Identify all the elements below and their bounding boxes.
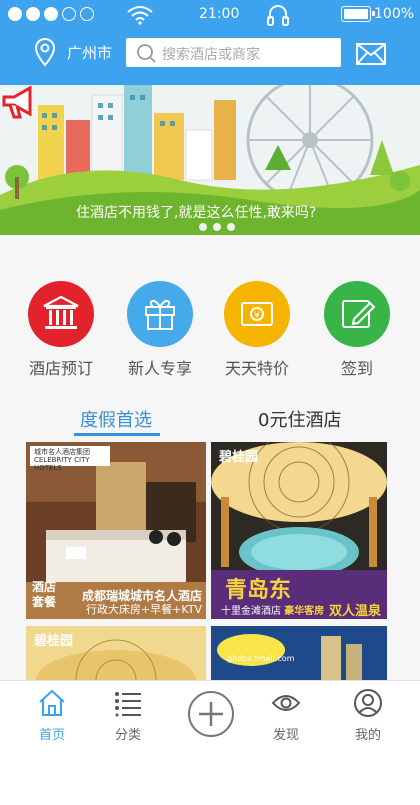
quick-label: 酒店预订	[28, 359, 93, 378]
quick-item-hotel-booking[interactable]: 酒店预订	[11, 281, 111, 379]
coupon-icon: ¥	[241, 302, 273, 326]
nav-profile[interactable]: 我的	[338, 689, 398, 743]
brand-label: 碧桂园	[34, 634, 74, 649]
deal-card-country-garden[interactable]: 碧桂园	[26, 626, 206, 680]
deal-card-chengdu[interactable]: 城市名人酒店集团 CELEBRITY CITY HOTELS 酒店套餐 成都瑞城…	[26, 442, 206, 619]
quick-menu: 酒店预订 新人专享 ¥ 天天特价 签到	[0, 235, 420, 380]
deal-tag: 酒店套餐	[32, 580, 57, 609]
deal-headline: 青岛东	[225, 577, 292, 603]
clock: 21:00	[199, 6, 240, 22]
city-selector[interactable]: 广州市	[67, 42, 112, 63]
mail-icon[interactable]	[356, 43, 386, 65]
quick-item-newcomer[interactable]: 新人专享	[110, 281, 210, 379]
signal-dot	[8, 7, 22, 21]
quick-circle	[127, 281, 193, 347]
battery-level	[344, 9, 368, 19]
bottom-nav: 首页 分类 发现 我的	[0, 680, 420, 745]
tab-vacation[interactable]: 度假首选	[80, 406, 152, 432]
list-icon	[115, 692, 141, 717]
quick-circle: ¥	[224, 281, 290, 347]
nav-label: 分类	[114, 728, 141, 743]
tab-free-hotel[interactable]: 0元住酒店	[258, 406, 341, 432]
deal-subtitle-left: 十里金滩酒店	[221, 606, 281, 617]
app-header: 21:00 100% 广州市 搜索酒店或商家	[0, 0, 420, 85]
megaphone-icon	[2, 85, 32, 119]
search-placeholder: 搜索酒店或商家	[162, 47, 260, 63]
deal-caption: 成都瑞城城市名人酒店 行政大床房+早餐+KTV	[81, 589, 202, 617]
signal-dot	[62, 7, 76, 21]
banner-caption: 住酒店不用钱了,就是这么任性,敢来吗?	[76, 205, 317, 221]
nav-label: 我的	[354, 728, 381, 743]
quick-circle	[28, 281, 94, 347]
nav-label: 首页	[38, 728, 65, 743]
gift-icon	[145, 300, 175, 330]
deal-highlight: 双人温泉	[328, 604, 381, 619]
quick-label: 天天特价	[224, 359, 289, 378]
user-icon	[354, 689, 382, 717]
location-pin-icon[interactable]	[34, 37, 56, 67]
pager-dot[interactable]	[199, 223, 207, 231]
nav-discover[interactable]: 发现	[256, 689, 316, 743]
deal-logo-url: ghdpx.tmall.com	[227, 654, 295, 663]
search-input[interactable]: 搜索酒店或商家	[126, 38, 341, 67]
logo-text-cn: 城市名人酒店集团	[34, 448, 90, 456]
headphones-icon	[267, 5, 289, 26]
category-tabs: 度假首选 0元住酒店	[0, 380, 420, 440]
promo-banner[interactable]: 住酒店不用钱了,就是这么任性,敢来吗?	[0, 85, 420, 235]
search-icon	[137, 44, 156, 63]
add-icon	[199, 702, 223, 726]
battery-percent: 100%	[374, 6, 415, 22]
bank-icon	[43, 295, 79, 329]
signal-dot	[44, 7, 58, 21]
logo-text-en: CELEBRITY CITY HOTELS	[34, 456, 90, 472]
brand-label: 碧桂园	[219, 450, 259, 465]
quick-circle	[324, 281, 390, 347]
pager-dot[interactable]	[227, 223, 235, 231]
hotel-exterior-photo	[211, 626, 387, 680]
nav-label: 发现	[272, 728, 299, 743]
nav-category[interactable]: 分类	[98, 689, 158, 743]
signal-dot	[26, 7, 40, 21]
status-bar: 21:00 100%	[0, 0, 420, 30]
home-icon	[39, 689, 65, 716]
deal-title: 成都瑞城城市名人酒店	[81, 589, 202, 603]
eye-icon	[271, 695, 301, 711]
deal-subtitle: 十里金滩酒店 豪华客房	[221, 602, 324, 617]
banner-pager	[199, 223, 235, 231]
quick-label: 签到	[340, 359, 373, 378]
nav-home[interactable]: 首页	[22, 689, 82, 743]
deal-subtitle: 行政大床房+早餐+KTV	[85, 603, 202, 616]
deal-card-qingdao[interactable]: 碧桂园 青岛东 十里金滩酒店 豪华客房 双人温泉	[211, 442, 387, 619]
pager-dot[interactable]	[213, 223, 221, 231]
hotel-group-logo: 城市名人酒店集团 CELEBRITY CITY HOTELS	[30, 446, 110, 472]
deal-card-seaside[interactable]: ghdpx.tmall.com	[211, 626, 387, 680]
signal-dots	[8, 7, 94, 21]
svg-text:¥: ¥	[254, 311, 260, 321]
signal-dot	[80, 7, 94, 21]
deal-subtitle-mid: 豪华客房	[284, 606, 325, 617]
edit-icon	[342, 300, 376, 328]
deals-grid: 城市名人酒店集团 CELEBRITY CITY HOTELS 酒店套餐 成都瑞城…	[0, 440, 420, 680]
quick-label: 新人专享	[127, 359, 192, 378]
add-button[interactable]	[188, 691, 234, 737]
quick-item-checkin[interactable]: 签到	[307, 281, 407, 379]
battery-icon	[341, 6, 375, 22]
tab-indicator	[74, 433, 160, 436]
wifi-icon	[127, 6, 153, 25]
quick-item-daily-deals[interactable]: ¥ 天天特价	[207, 281, 307, 379]
